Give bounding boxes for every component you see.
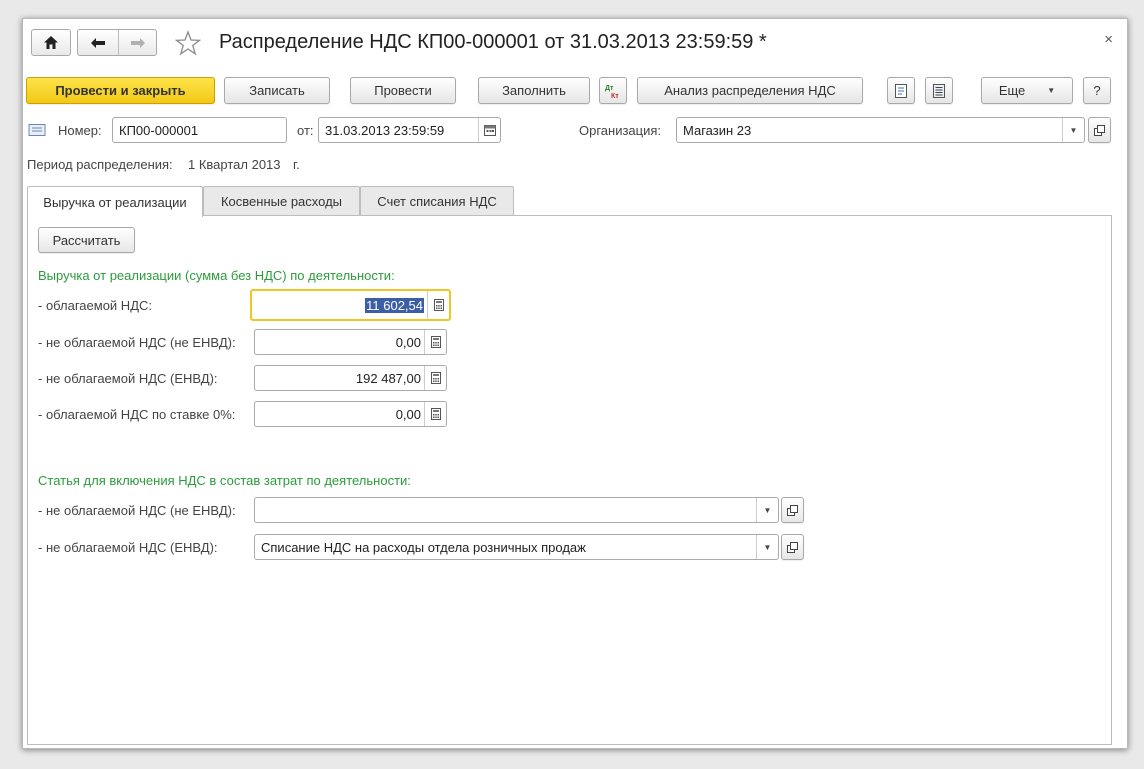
back-button[interactable] bbox=[78, 30, 118, 55]
open-icon bbox=[1094, 124, 1105, 136]
calendar-icon[interactable] bbox=[478, 118, 500, 142]
organization-label: Организация: bbox=[579, 123, 662, 138]
row-label-expense-envd: - не облагаемой НДС (ЕНВД): bbox=[38, 540, 218, 555]
more-button[interactable]: Еще ▼ bbox=[981, 77, 1073, 104]
organization-value: Магазин 23 bbox=[683, 122, 752, 138]
organization-field[interactable]: Магазин 23 ▼ bbox=[676, 117, 1085, 143]
caret-down-icon: ▼ bbox=[1047, 86, 1056, 95]
non-taxable-envd-value: 192 487,00 bbox=[355, 370, 421, 386]
document-icon bbox=[28, 123, 46, 140]
home-button[interactable] bbox=[31, 29, 71, 56]
help-button[interactable]: ? bbox=[1083, 77, 1111, 104]
open-expense-item-non-envd-button[interactable] bbox=[781, 497, 804, 523]
non-taxable-non-envd-value: 0,00 bbox=[395, 334, 421, 350]
home-icon bbox=[32, 30, 70, 55]
open-icon bbox=[787, 541, 798, 553]
page-title: Распределение НДС КП00-000001 от 31.03.2… bbox=[219, 31, 767, 53]
open-organization-button[interactable] bbox=[1088, 117, 1111, 143]
star-icon[interactable] bbox=[174, 30, 202, 56]
svg-text:Кт: Кт bbox=[611, 93, 619, 100]
more-button-label: Еще bbox=[998, 83, 1026, 98]
taxable-amount-value: 11 602,54 bbox=[365, 297, 424, 313]
close-icon[interactable]: × bbox=[1104, 31, 1113, 48]
expense-item-non-envd-field[interactable]: ▼ bbox=[254, 497, 779, 523]
expense-item-envd-field[interactable]: Списание НДС на расходы отдела розничных… bbox=[254, 534, 779, 560]
non-taxable-envd-field[interactable]: 192 487,00 bbox=[254, 365, 447, 391]
open-icon bbox=[787, 504, 798, 516]
taxable-amount-field[interactable]: 11 602,54 bbox=[250, 289, 451, 321]
chevron-down-icon[interactable]: ▼ bbox=[756, 498, 778, 522]
zero-rate-field[interactable]: 0,00 bbox=[254, 401, 447, 427]
row-label-taxable: - облагаемой НДС: bbox=[38, 298, 152, 313]
number-value: КП00-000001 bbox=[119, 122, 199, 138]
vat-analysis-button[interactable]: Анализ распределения НДС bbox=[637, 77, 863, 104]
chevron-down-icon[interactable]: ▼ bbox=[756, 535, 778, 559]
arrow-right-icon bbox=[130, 37, 145, 48]
post-button[interactable]: Провести bbox=[350, 77, 456, 104]
dt-kt-icon: Дт Кт bbox=[605, 85, 619, 100]
post-and-close-button[interactable]: Провести и закрыть bbox=[26, 77, 215, 104]
row-label-expense-non-envd: - не облагаемой НДС (не ЕНВД): bbox=[38, 503, 236, 518]
non-taxable-non-envd-field[interactable]: 0,00 bbox=[254, 329, 447, 355]
print-doc-icon bbox=[895, 83, 907, 98]
number-label: Номер: bbox=[58, 123, 102, 138]
revenue-group-title: Выручка от реализации (сумма без НДС) по… bbox=[38, 268, 395, 283]
period-suffix: г. bbox=[293, 157, 300, 172]
document-window: Распределение НДС КП00-000001 от 31.03.2… bbox=[22, 18, 1128, 749]
tab-indirect-expenses[interactable]: Косвенные расходы bbox=[203, 186, 360, 216]
date-field[interactable]: 31.03.2013 23:59:59 bbox=[318, 117, 501, 143]
number-field[interactable]: КП00-000001 bbox=[112, 117, 287, 143]
dt-kt-button[interactable]: Дт Кт bbox=[599, 77, 627, 104]
date-value: 31.03.2013 23:59:59 bbox=[325, 122, 445, 138]
calculator-icon[interactable] bbox=[427, 291, 449, 319]
zero-rate-value: 0,00 bbox=[395, 406, 421, 422]
row-label-non-taxable-envd: - не облагаемой НДС (ЕНВД): bbox=[38, 371, 218, 386]
arrow-left-icon bbox=[91, 37, 105, 48]
fill-button[interactable]: Заполнить bbox=[478, 77, 590, 104]
calculator-icon[interactable] bbox=[424, 366, 446, 390]
save-button[interactable]: Записать bbox=[224, 77, 330, 104]
date-label: от: bbox=[297, 123, 314, 138]
row-label-zero-rate: - облагаемой НДС по ставке 0%: bbox=[38, 407, 236, 422]
forward-button[interactable] bbox=[118, 30, 156, 55]
navigation-arrows bbox=[77, 29, 157, 56]
report-icon bbox=[933, 83, 945, 98]
calculator-icon[interactable] bbox=[424, 330, 446, 354]
row-label-non-taxable-non-envd: - не облагаемой НДС (не ЕНВД): bbox=[38, 335, 236, 350]
expense-items-group-title: Статья для включения НДС в состав затрат… bbox=[38, 473, 411, 488]
revenue-tab-panel: Рассчитать Выручка от реализации (сумма … bbox=[27, 215, 1112, 745]
svg-text:Дт: Дт bbox=[605, 85, 614, 92]
expense-item-envd-value: Списание НДС на расходы отдела розничных… bbox=[261, 539, 586, 555]
chevron-down-icon[interactable]: ▼ bbox=[1062, 118, 1084, 142]
calculate-button[interactable]: Рассчитать bbox=[38, 227, 135, 253]
open-expense-item-envd-button[interactable] bbox=[781, 534, 804, 560]
tab-revenue[interactable]: Выручка от реализации bbox=[27, 186, 203, 217]
report-button[interactable] bbox=[925, 77, 953, 104]
period-label: Период распределения: bbox=[27, 157, 173, 172]
calculator-icon[interactable] bbox=[424, 402, 446, 426]
print-button[interactable] bbox=[887, 77, 915, 104]
tab-vat-writeoff-account[interactable]: Счет списания НДС bbox=[360, 186, 514, 216]
period-value: 1 Квартал 2013 bbox=[188, 157, 281, 172]
